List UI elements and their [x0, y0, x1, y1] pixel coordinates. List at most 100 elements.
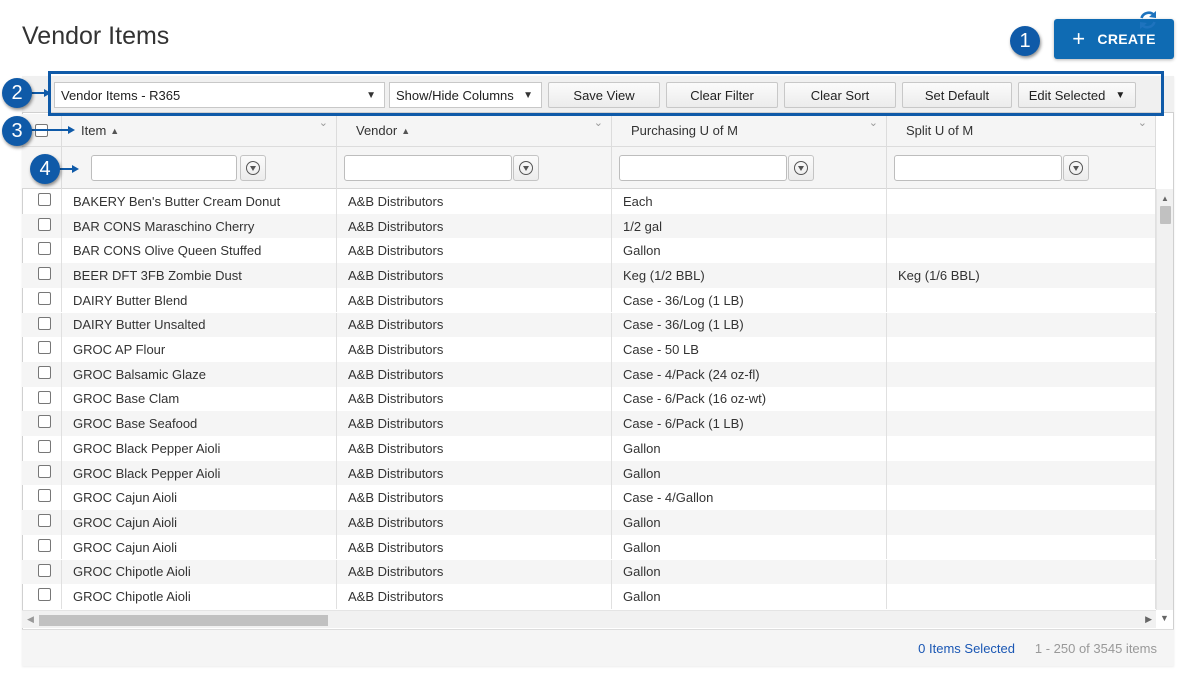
row-checkbox[interactable] — [38, 242, 51, 256]
grid-body: BAKERY Ben's Butter Cream Donut A&B Distr… — [22, 189, 1156, 610]
callout-3-line — [31, 129, 69, 131]
table-row[interactable]: BAKERY Ben's Butter Cream Donut A&B Distr… — [22, 189, 1156, 214]
table-row[interactable]: GROC AP Flour A&B Distributors Case - 50 L… — [22, 337, 1156, 362]
row-checkbox[interactable] — [38, 563, 51, 577]
view-select[interactable]: Vendor Items - R365 ▼ — [54, 82, 385, 108]
vertical-scroll-thumb[interactable] — [1160, 206, 1171, 224]
column-header-purchasing-uom-label: Purchasing U of M — [631, 123, 738, 138]
scroll-up-icon[interactable]: ▲ — [1161, 194, 1169, 203]
split-uom-filter-input[interactable] — [894, 155, 1062, 181]
row-checkbox[interactable] — [38, 193, 51, 206]
row-checkbox[interactable] — [38, 390, 51, 404]
page-title: Vendor Items — [22, 22, 170, 50]
save-view-button[interactable]: Save View — [548, 82, 660, 108]
vendor-filter-input[interactable] — [344, 155, 512, 181]
clear-filter-button[interactable]: Clear Filter — [666, 82, 778, 108]
row-select-cell — [22, 584, 62, 609]
row-checkbox[interactable] — [38, 415, 51, 429]
clear-sort-button[interactable]: Clear Sort — [784, 82, 896, 108]
column-menu-icon[interactable]: ⌄ — [1138, 116, 1147, 129]
purchasing-uom-cell: Case - 36/Log (1 LB) — [612, 312, 887, 338]
vertical-scrollbar[interactable]: ▲ — [1156, 189, 1173, 610]
refresh-icon[interactable] — [1137, 9, 1159, 31]
scroll-left-icon[interactable]: ◀ — [27, 614, 34, 625]
show-hide-columns-label: Show/Hide Columns — [396, 87, 514, 103]
horizontal-scroll-thumb[interactable] — [39, 615, 328, 626]
edit-selected-label: Edit Selected — [1028, 87, 1106, 103]
purchasing-uom-cell: Gallon — [612, 510, 887, 535]
column-header-item[interactable]: Item ▲ ⌄ — [62, 114, 337, 147]
callout-2-line — [31, 92, 45, 94]
purchasing-uom-filter-button[interactable] — [788, 155, 814, 181]
set-default-button[interactable]: Set Default — [902, 82, 1012, 108]
selected-count[interactable]: 0 Items Selected — [918, 641, 1015, 656]
horizontal-scrollbar[interactable]: ◀ ▶ — [22, 610, 1156, 628]
scroll-down-icon[interactable]: ▼ — [1160, 613, 1169, 623]
row-checkbox[interactable] — [38, 489, 51, 503]
split-uom-cell — [887, 312, 1156, 338]
filter-cell-split-uom — [887, 147, 1156, 189]
column-header-split-uom[interactable]: Split U of M ⌄ — [887, 114, 1156, 147]
table-row[interactable]: GROC Base Seafood A&B Distributors Case - … — [22, 411, 1156, 436]
table-row[interactable]: DAIRY Butter Unsalted A&B Distributors Cas… — [22, 312, 1156, 338]
column-menu-icon[interactable]: ⌄ — [319, 116, 328, 129]
split-uom-cell — [887, 361, 1156, 387]
purchasing-uom-cell: Case - 6/Pack (16 oz-wt) — [612, 386, 887, 412]
row-checkbox[interactable] — [38, 588, 51, 602]
item-cell: GROC Base Seafood — [62, 411, 337, 436]
grid-header: Item ▲ ⌄ Vendor ▲ ⌄ Purchasing U of M ⌄ … — [22, 114, 1156, 147]
item-filter-input[interactable] — [91, 155, 237, 181]
table-row[interactable]: BAR CONS Olive Queen Stuffed A&B Distribu… — [22, 238, 1156, 264]
column-header-vendor[interactable]: Vendor ▲ ⌄ — [337, 114, 612, 147]
row-checkbox[interactable] — [38, 291, 51, 305]
row-checkbox[interactable] — [38, 316, 51, 330]
callout-2-arrow — [44, 89, 51, 97]
purchasing-uom-filter-input[interactable] — [619, 155, 787, 181]
scroll-right-icon[interactable]: ▶ — [1145, 614, 1152, 625]
row-checkbox[interactable] — [38, 440, 51, 453]
row-checkbox[interactable] — [38, 341, 51, 355]
item-cell: BAKERY Ben's Butter Cream Donut — [62, 189, 337, 214]
purchasing-uom-cell: Case - 4/Pack (24 oz-fl) — [612, 361, 887, 387]
vendor-filter-button[interactable] — [513, 155, 539, 181]
edit-selected-button[interactable]: Edit Selected ▼ — [1018, 82, 1136, 108]
item-cell: GROC Black Pepper Aioli — [62, 436, 337, 461]
row-select-cell — [22, 510, 62, 535]
table-row[interactable]: GROC Cajun Aioli A&B Distributors Gallon — [22, 510, 1156, 535]
column-header-purchasing-uom[interactable]: Purchasing U of M ⌄ — [612, 114, 887, 147]
table-row[interactable]: GROC Black Pepper Aioli A&B Distributors G… — [22, 460, 1156, 486]
table-row[interactable]: DAIRY Butter Blend A&B Distributors Case -… — [22, 287, 1156, 313]
item-cell: BAR CONS Olive Queen Stuffed — [62, 238, 337, 264]
purchasing-uom-cell: Gallon — [612, 559, 887, 585]
row-checkbox[interactable] — [38, 464, 51, 478]
item-filter-button[interactable] — [240, 155, 266, 181]
column-menu-icon[interactable]: ⌄ — [869, 116, 878, 129]
table-row[interactable]: GROC Cajun Aioli A&B Distributors Case - 4… — [22, 485, 1156, 511]
table-row[interactable]: GROC Chipotle Aioli A&B Distributors Gallo… — [22, 559, 1156, 585]
row-checkbox[interactable] — [38, 514, 51, 528]
split-uom-filter-button[interactable] — [1063, 155, 1089, 181]
row-select-cell — [22, 411, 62, 436]
table-row[interactable]: GROC Cajun Aioli A&B Distributors Gallon — [22, 534, 1156, 560]
row-select-cell — [22, 213, 62, 239]
vendor-cell: A&B Distributors — [337, 386, 612, 412]
split-uom-cell — [887, 460, 1156, 486]
table-row[interactable]: GROC Base Clam A&B Distributors Case - 6/P… — [22, 386, 1156, 412]
row-checkbox[interactable] — [38, 365, 51, 379]
callout-3-arrow — [68, 126, 75, 134]
filter-cell-item — [62, 147, 337, 189]
table-row[interactable]: GROC Chipotle Aioli A&B Distributors Gallo… — [22, 584, 1156, 609]
row-checkbox[interactable] — [38, 538, 51, 552]
table-row[interactable]: GROC Balsamic Glaze A&B Distributors Case … — [22, 361, 1156, 387]
row-checkbox[interactable] — [38, 267, 51, 281]
table-row[interactable]: GROC Black Pepper Aioli A&B Distributors G… — [22, 436, 1156, 461]
view-select-value: Vendor Items - R365 — [61, 87, 181, 103]
vendor-cell: A&B Distributors — [337, 312, 612, 338]
row-checkbox[interactable] — [38, 217, 51, 231]
row-select-cell — [22, 312, 62, 338]
table-row[interactable]: BEER DFT 3FB Zombie Dust A&B Distributors… — [22, 263, 1156, 288]
row-select-cell — [22, 386, 62, 412]
column-menu-icon[interactable]: ⌄ — [594, 116, 603, 129]
table-row[interactable]: BAR CONS Maraschino Cherry A&B Distributo… — [22, 213, 1156, 239]
show-hide-columns-select[interactable]: Show/Hide Columns ▼ — [389, 82, 542, 108]
